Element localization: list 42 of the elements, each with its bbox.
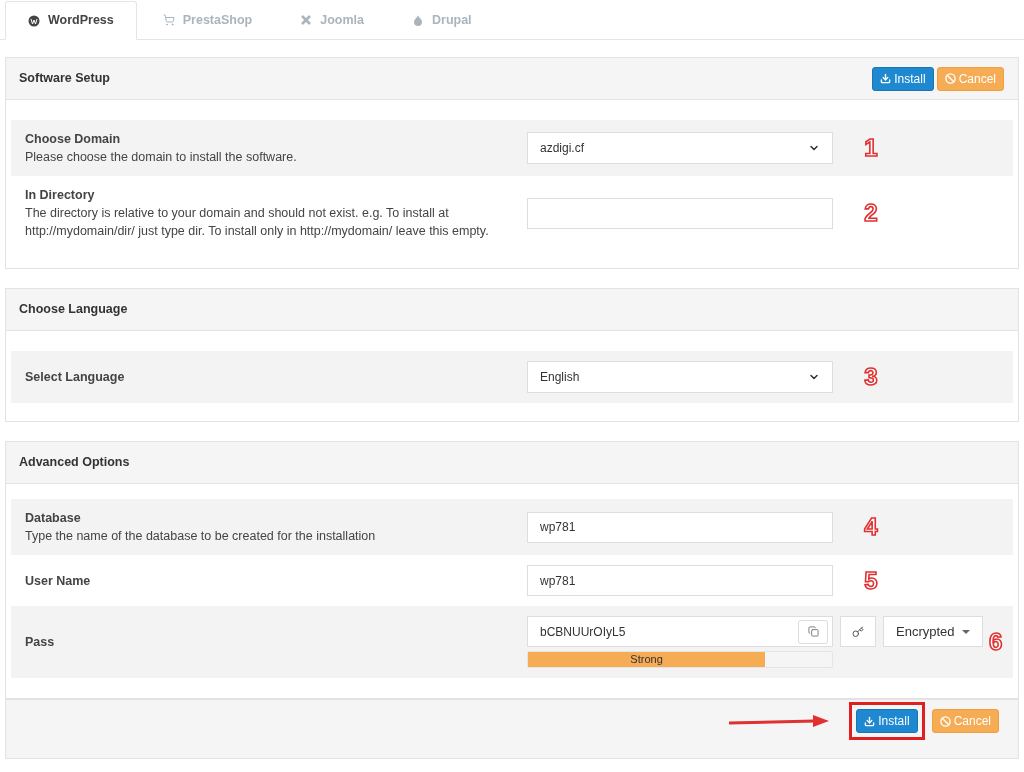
- copy-icon: [807, 626, 819, 637]
- mode-select[interactable]: Encrypted: [883, 616, 983, 647]
- cancel-icon: [944, 73, 956, 84]
- copy-button[interactable]: [798, 619, 828, 644]
- step-number: 6: [989, 630, 1003, 654]
- step-number: 5: [864, 568, 878, 593]
- step-number: 4: [864, 515, 878, 539]
- install-button[interactable]: Install: [872, 66, 934, 91]
- step-number: 1: [864, 136, 878, 160]
- text-field[interactable]: wp781: [527, 511, 833, 543]
- step-number: 3: [864, 365, 878, 389]
- download-icon: [880, 73, 892, 84]
- select-field[interactable]: azdigi.cf: [527, 132, 833, 164]
- field-label: Choose Domain: [25, 131, 122, 148]
- key-button[interactable]: [840, 616, 876, 647]
- select-field[interactable]: English: [527, 361, 833, 393]
- field-label: Select Language: [25, 369, 126, 386]
- joomla-icon: [300, 14, 313, 26]
- field-description: The directory is relative to your domain and should not exist. e.g. To install at http://mydomain/dir/ just type dir. To install only in http://mydomain/ leave this empty.: [25, 205, 490, 240]
- cancel-icon: [939, 715, 951, 727]
- text-field[interactable]: [527, 197, 833, 229]
- key-icon: [852, 625, 864, 638]
- strength-label: Strong: [629, 652, 664, 667]
- download-icon: [864, 715, 876, 727]
- caret-icon: [962, 629, 970, 634]
- install-button[interactable]: Install: [856, 709, 918, 733]
- cart-icon: [162, 14, 175, 26]
- panel-title: Advanced Options: [19, 454, 130, 472]
- wordpress-icon: [28, 14, 40, 27]
- field-label: User Name: [25, 572, 92, 590]
- field-description: Type the name of the database to be created for the installation: [25, 528, 377, 545]
- drop-icon: [412, 14, 424, 26]
- text-field[interactable]: wp781: [527, 565, 833, 596]
- field-label: Pass: [25, 634, 56, 651]
- field-label: In Directory: [25, 187, 96, 204]
- password-field[interactable]: bCBNUUrOIyL5: [527, 616, 833, 647]
- field-description: Please choose the domain to install the software.: [25, 149, 298, 166]
- tab[interactable]: WordPress: [5, 1, 137, 40]
- field-label: Database: [25, 510, 82, 527]
- panel-title: Choose Language: [19, 301, 128, 319]
- panel-title: Software Setup: [19, 70, 110, 88]
- step-number: 2: [864, 201, 878, 225]
